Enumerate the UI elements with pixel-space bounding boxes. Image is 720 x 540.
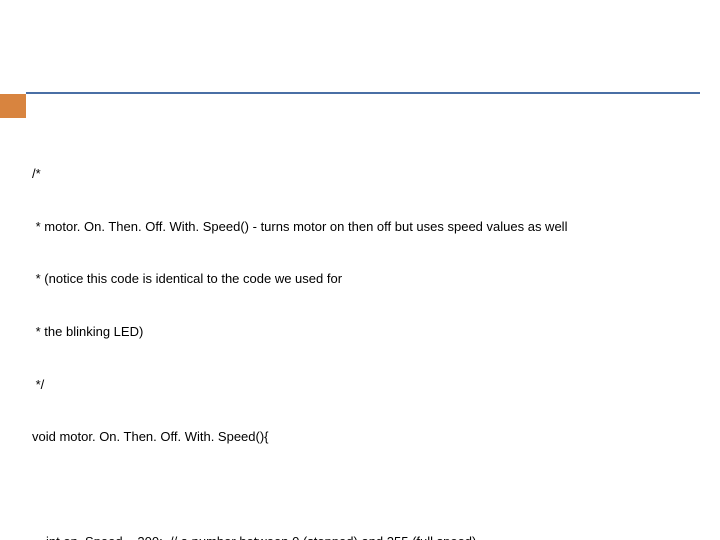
code-block: /* * motor. On. Then. Off. With. Speed()… — [32, 130, 700, 540]
accent-box — [0, 94, 26, 118]
code-line: void motor. On. Then. Off. With. Speed()… — [32, 428, 700, 446]
code-line: */ — [32, 376, 700, 394]
code-line: * the blinking LED) — [32, 323, 700, 341]
slide: /* * motor. On. Then. Off. With. Speed()… — [0, 0, 720, 540]
code-line: /* — [32, 165, 700, 183]
header-rule — [26, 92, 700, 94]
code-line: int on. Speed = 200; // a number between… — [32, 533, 700, 540]
code-line: * (notice this code is identical to the … — [32, 270, 700, 288]
code-line: * motor. On. Then. Off. With. Speed() - … — [32, 218, 700, 236]
blank-line — [32, 481, 700, 498]
